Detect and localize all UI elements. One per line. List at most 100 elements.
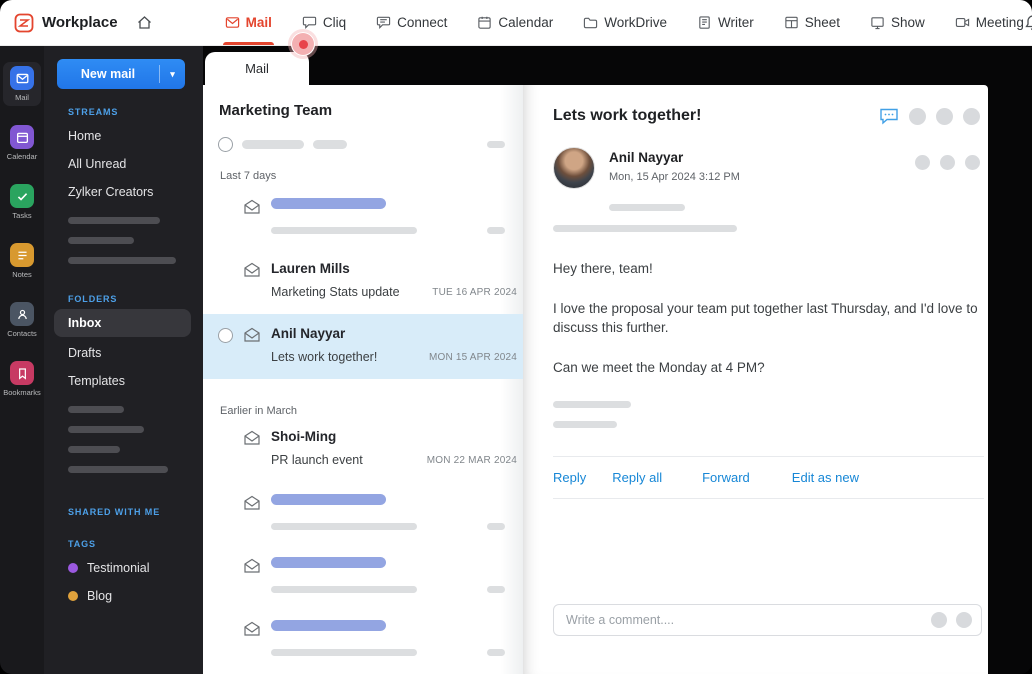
nav-workdrive[interactable]: WorkDrive: [583, 0, 667, 45]
nav-calendar[interactable]: Calendar: [477, 0, 553, 45]
rail-item-notes[interactable]: Notes: [3, 239, 41, 283]
edit-as-new-link[interactable]: Edit as new: [792, 470, 859, 485]
message-actions: Reply Reply all Forward Edit as new: [553, 457, 984, 498]
rail-item-contacts[interactable]: Contacts: [3, 298, 41, 342]
placeholder-bar: [68, 217, 160, 224]
toolbar-placeholder-icon[interactable]: [909, 107, 926, 125]
message-action-placeholder-icon[interactable]: [965, 155, 980, 170]
topbar: Workplace Mail Cliq Connect Calendar Wor…: [0, 0, 1032, 56]
message-action-placeholder-icon[interactable]: [940, 155, 955, 170]
topbar-right: 5: [1024, 9, 1032, 36]
sidebar-item-inbox[interactable]: Inbox: [54, 309, 191, 337]
nav-label: Mail: [245, 15, 272, 30]
nav-show[interactable]: Show: [870, 0, 925, 45]
message-action-placeholder-icon[interactable]: [915, 155, 930, 170]
cursor-dot: [298, 39, 308, 49]
sheet-icon: [784, 15, 799, 30]
reading-pane: Lets work together! Anil Nayyar Mon, 15 …: [523, 85, 988, 674]
email-row-placeholder[interactable]: [203, 545, 523, 608]
select-ring-icon[interactable]: [218, 137, 233, 152]
tab-mail[interactable]: Mail: [205, 52, 309, 85]
forward-link[interactable]: Forward: [702, 470, 750, 485]
rail-item-bookmarks[interactable]: Bookmarks: [3, 357, 41, 401]
show-icon: [870, 15, 885, 30]
email-subject: PR launch event: [271, 453, 363, 467]
reply-link[interactable]: Reply: [553, 470, 586, 485]
sidebar-item-templates[interactable]: Templates: [44, 367, 203, 395]
sender-block: Anil Nayyar Mon, 15 Apr 2024 3:12 PM: [553, 147, 984, 189]
comment-send-placeholder-icon[interactable]: [956, 612, 972, 628]
calendar-app-icon: [10, 125, 34, 149]
email-row-lauren-mills[interactable]: Lauren Mills Marketing Stats update TUE …: [203, 249, 523, 314]
placeholder-bar: [609, 204, 685, 211]
notifications-button[interactable]: 5: [1024, 14, 1032, 32]
placeholder-pill: [487, 649, 505, 656]
comment-attachment-placeholder-icon[interactable]: [931, 612, 947, 628]
comment-bubble-icon[interactable]: [879, 107, 899, 125]
nav-writer[interactable]: Writer: [697, 0, 754, 45]
collapsed-thread-row[interactable]: [203, 119, 523, 152]
nav-connect[interactable]: Connect: [376, 0, 447, 45]
new-mail-button[interactable]: New mail ▾: [57, 59, 185, 89]
nav-label: WorkDrive: [604, 15, 667, 30]
meeting-icon: [955, 15, 970, 30]
placeholder-subject-bar: [271, 649, 417, 656]
content-area: Mail Calendar Tasks Notes Contacts Bookm…: [0, 46, 1032, 674]
rail-label: Notes: [12, 270, 32, 279]
placeholder-subject-bar: [271, 586, 417, 593]
sidebar-item-drafts[interactable]: Drafts: [44, 339, 203, 367]
placeholder-bar: [68, 237, 134, 244]
nav-sheet[interactable]: Sheet: [784, 0, 840, 45]
placeholder-bar: [68, 257, 176, 264]
comment-section: [553, 604, 982, 636]
select-ring-icon[interactable]: [218, 328, 233, 343]
zoho-logo: [14, 13, 34, 33]
shared-section-label: SHARED WITH ME: [68, 507, 161, 517]
sidebar-item-home[interactable]: Home: [44, 122, 203, 150]
sender-meta: Anil Nayyar Mon, 15 Apr 2024 3:12 PM: [609, 147, 740, 183]
placeholder-pill: [487, 141, 505, 148]
envelope-icon: [243, 495, 261, 511]
email-date: MON 15 APR 2024: [428, 351, 517, 363]
mail-sidebar: New mail ▾ STREAMS Home All Unread Zylke…: [44, 46, 203, 674]
home-icon[interactable]: [136, 14, 153, 31]
placeholder-pill: [487, 586, 505, 593]
email-sender: Shoi-Ming: [271, 429, 337, 444]
placeholder-bar: [68, 426, 144, 433]
reading-toolbar: [879, 107, 984, 125]
envelope-icon: [243, 621, 261, 637]
tag-testimonial[interactable]: Testimonial: [44, 554, 203, 582]
sender-avatar[interactable]: [553, 147, 595, 189]
email-row-placeholder[interactable]: [203, 186, 523, 249]
group-label: Last 7 days: [220, 170, 277, 182]
calendar-icon: [477, 15, 492, 30]
mail-app-icon: [10, 66, 34, 90]
placeholder-bar: [313, 140, 347, 149]
nav-label: Cliq: [322, 15, 347, 30]
body-paragraph: Hey there, team!: [553, 261, 653, 276]
email-subject: Marketing Stats update: [271, 285, 400, 299]
nav-meeting[interactable]: Meeting: [955, 0, 1024, 45]
sidebar-item-all-unread[interactable]: All Unread: [44, 150, 203, 178]
main-area: Mail Marketing Team Last 7 days Lauren M…: [203, 46, 1032, 674]
rail-item-calendar[interactable]: Calendar: [3, 121, 41, 165]
rail-item-mail[interactable]: Mail: [3, 62, 41, 106]
chevron-down-icon[interactable]: ▾: [159, 65, 185, 83]
rail-item-tasks[interactable]: Tasks: [3, 180, 41, 224]
comment-input[interactable]: [566, 613, 922, 627]
rail-label: Bookmarks: [3, 388, 41, 397]
notes-app-icon: [10, 243, 34, 267]
tag-blog[interactable]: Blog: [44, 582, 203, 610]
nav-mail[interactable]: Mail: [222, 0, 275, 45]
reply-all-link[interactable]: Reply all: [612, 470, 662, 485]
sidebar-item-zylker-creators[interactable]: Zylker Creators: [44, 178, 203, 206]
placeholder-sender-bar: [271, 557, 386, 568]
email-row-placeholder[interactable]: [203, 482, 523, 545]
email-row-anil-nayyar[interactable]: Anil Nayyar Lets work together! MON 15 A…: [203, 314, 523, 379]
email-row-shoi-ming[interactable]: Shoi-Ming PR launch event MON 22 MAR 202…: [203, 421, 523, 482]
toolbar-placeholder-icon[interactable]: [936, 107, 953, 125]
app-rail: Mail Calendar Tasks Notes Contacts Bookm…: [0, 46, 44, 674]
email-row-placeholder[interactable]: [203, 608, 523, 671]
brand[interactable]: Workplace: [14, 13, 118, 33]
toolbar-placeholder-icon[interactable]: [963, 107, 980, 125]
